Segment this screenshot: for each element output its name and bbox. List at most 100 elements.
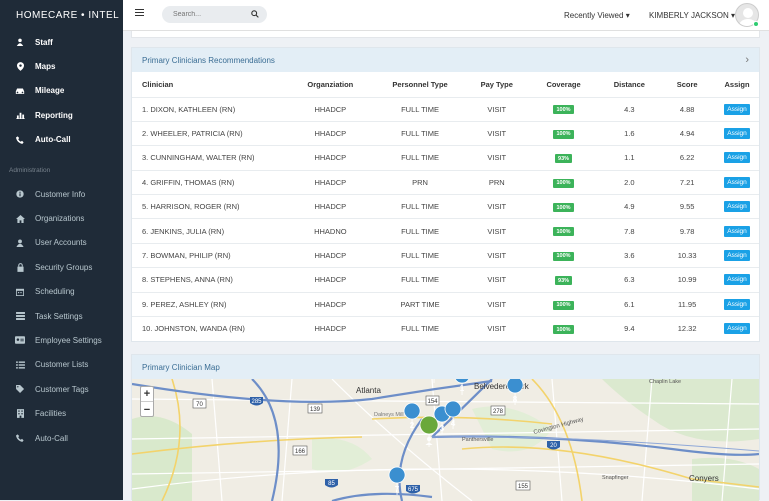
assign-cell: Assign [715, 218, 759, 244]
pay-cell: VISIT [465, 267, 528, 293]
assign-button[interactable]: Assign [724, 323, 750, 335]
distance-cell: 6.3 [599, 267, 660, 293]
coverage-cell: 100% [527, 242, 600, 268]
sidebar-item-customer-info[interactable]: Customer Info [0, 182, 123, 206]
search-icon[interactable] [251, 10, 259, 18]
coverage-badge: 93% [555, 276, 573, 286]
bar-chart-icon [14, 111, 26, 120]
sidebar-item-employee-settings[interactable]: Employee Settings [0, 328, 123, 352]
assign-button[interactable]: Assign [724, 274, 750, 286]
zoom-in-button[interactable]: + [141, 387, 153, 402]
pay-cell: VISIT [465, 316, 528, 341]
column-header-pay-type: Pay Type [480, 79, 513, 89]
svg-text:1: 1 [460, 384, 465, 393]
assign-button[interactable]: Assign [724, 176, 750, 188]
org-cell: HHADCP [286, 291, 375, 317]
panel-title: Primary Clinicians Recommendations [142, 55, 275, 65]
sidebar-item-label: Task Settings [35, 311, 83, 321]
distance-cell: 4.9 [599, 194, 660, 219]
assign-button[interactable]: Assign [724, 201, 750, 213]
sidebar-item-reporting[interactable]: Reporting [0, 103, 123, 127]
sidebar-item-mileage[interactable]: Mileage [0, 79, 123, 103]
route-shield: 675 [408, 487, 419, 493]
sidebar-item-customer-tags[interactable]: Customer Tags [0, 377, 123, 401]
sidebar-item-label: Maps [35, 62, 56, 72]
zoom-out-button[interactable]: − [141, 402, 153, 417]
route-shield: 139 [310, 407, 321, 413]
coverage-cell: 100% [527, 169, 600, 195]
sidebar-item-scheduling[interactable]: Scheduling [0, 280, 123, 304]
clinician-cell: 9. PEREZ, ASHLEY (RN) [132, 291, 287, 317]
assign-cell: Assign [715, 316, 759, 341]
assign-button[interactable]: Assign [724, 250, 750, 262]
sidebar-item-security-groups[interactable]: Security Groups [0, 255, 123, 279]
assign-cell: Assign [715, 194, 759, 219]
pay-cell: VISIT [465, 218, 528, 244]
coverage-badge: 100% [553, 105, 574, 115]
coverage-badge: 100% [553, 203, 574, 212]
score-cell: 4.88 [659, 96, 716, 122]
sidebar-item-maps[interactable]: Maps [0, 54, 123, 78]
table-row: 8. STEPHENS, ANNA (RN) HHADCP FULL TIME VIS… [132, 267, 759, 293]
route-shield: 166 [295, 449, 306, 455]
assign-button[interactable]: Assign [724, 128, 750, 140]
sidebar-item-user-accounts[interactable]: User Accounts [0, 231, 123, 255]
route-shield: 20 [550, 443, 557, 449]
pay-cell: VISIT [465, 291, 528, 317]
type-cell: FULL TIME [374, 194, 466, 219]
section-label-administration: Administration [9, 167, 51, 175]
score-cell: 10.99 [659, 267, 716, 293]
panel-header: Primary Clinicians Recommendations › [132, 48, 759, 72]
sidebar-item-label: Reporting [35, 110, 73, 120]
assign-button[interactable]: Assign [724, 152, 750, 164]
map-label-dalneys: Dalneys Mill [374, 412, 404, 418]
assign-cell: Assign [715, 291, 759, 317]
map-marker-icon [14, 62, 26, 71]
sidebar-item-label: Auto-Call [35, 135, 71, 145]
assign-cell: Assign [715, 96, 759, 122]
assign-button[interactable]: Assign [724, 298, 750, 310]
clinician-cell: 6. JENKINS, JULIA (RN) [132, 218, 287, 244]
tags-icon [14, 385, 26, 394]
score-cell: 7.21 [659, 169, 716, 195]
route-shield: 70 [196, 402, 203, 408]
sidebar-item-auto-call[interactable]: Auto-Call [0, 426, 123, 450]
org-cell: HHADCP [286, 316, 375, 341]
sidebar-item-staff[interactable]: Staff [0, 30, 123, 54]
svg-text:2: 2 [410, 421, 415, 430]
coverage-cell: 100% [527, 96, 600, 122]
type-cell: PART TIME [374, 291, 466, 317]
clinician-map[interactable]: 70 285 139 154 278 20 166 155 85 675 Atl… [132, 379, 759, 501]
sidebar-item-customer-lists[interactable]: Customer Lists [0, 353, 123, 377]
coverage-cell: 93% [527, 145, 600, 171]
map-panel: Primary Clinician Map 70 285 139 154 278… [131, 354, 760, 501]
coverage-cell: 100% [527, 120, 600, 146]
sidebar-item-task-settings[interactable]: Task Settings [0, 304, 123, 328]
type-cell: FULL TIME [374, 267, 466, 293]
sidebar-item-organizations[interactable]: Organizations [0, 206, 123, 230]
recently-viewed-dropdown[interactable]: Recently Viewed ▾ [564, 11, 630, 20]
assign-button[interactable]: Assign [724, 103, 750, 115]
clinician-cell: 3. CUNNINGHAM, WALTER (RN) [132, 145, 287, 171]
sidebar-item-facilities[interactable]: Facilities [0, 401, 123, 425]
coverage-cell: 100% [527, 218, 600, 244]
column-header-personnel-type: Personnel Type [392, 79, 448, 89]
phone-icon [14, 136, 26, 144]
menu-toggle-icon[interactable] [135, 9, 144, 17]
sidebar-item-auto-call[interactable]: Auto-Call [0, 128, 123, 152]
coverage-cell: 100% [527, 316, 600, 341]
chevron-right-icon[interactable]: › [745, 54, 749, 66]
sidebar-item-label: Staff [35, 37, 53, 47]
calendar-icon [14, 288, 26, 296]
type-cell: FULL TIME [374, 218, 466, 244]
assign-button[interactable]: Assign [724, 225, 750, 237]
panel-title: Primary Clinician Map [142, 362, 220, 372]
home-icon [14, 214, 26, 223]
app-logo[interactable]: HOMECARE • INTEL [0, 0, 123, 30]
clinician-cell: 7. BOWMAN, PHILIP (RN) [132, 242, 287, 268]
coverage-badge: 100% [553, 251, 574, 261]
person-icon [14, 38, 26, 47]
user-menu[interactable]: KIMBERLY JACKSON ▾ [649, 11, 735, 20]
column-header-assign: Assign [724, 79, 750, 89]
type-cell: PRN [374, 169, 466, 195]
